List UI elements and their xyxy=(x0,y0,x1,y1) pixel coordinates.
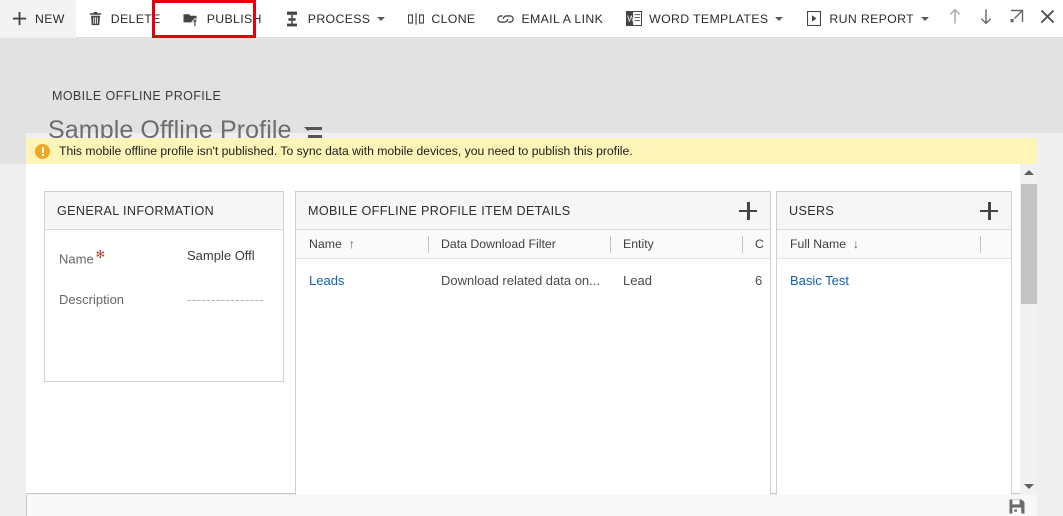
item-details-subgrid: MOBILE OFFLINE PROFILE ITEM DETAILS Name… xyxy=(295,191,771,501)
table-row[interactable]: Leads Download related data on... Lead 6 xyxy=(296,264,770,297)
item-details-title: MOBILE OFFLINE PROFILE ITEM DETAILS xyxy=(308,203,571,218)
field-description-value[interactable]: ---------------- xyxy=(187,292,265,307)
cell-entity: Lead xyxy=(623,273,652,288)
command-word-templates-label: WORD TEMPLATES xyxy=(649,11,769,26)
sort-descending-icon: ↓ xyxy=(853,237,860,251)
app-window: NEW DELETE PUBLISH PROCESS CLONE EMAIL A… xyxy=(0,0,1063,516)
command-new[interactable]: NEW xyxy=(0,0,76,38)
svg-text:W: W xyxy=(627,14,635,24)
column-header-full-name[interactable]: Full Name ↓ xyxy=(777,230,980,259)
record-header: MOBILE OFFLINE PROFILE Sample Offline Pr… xyxy=(0,38,1063,144)
chevron-down-icon xyxy=(377,16,386,21)
clone-icon xyxy=(407,10,424,27)
users-column-headers: Full Name ↓ xyxy=(777,230,1011,259)
save-icon xyxy=(1009,499,1025,516)
sort-ascending-icon: ↑ xyxy=(348,237,355,251)
menu-line xyxy=(307,127,322,130)
add-user-button[interactable] xyxy=(979,201,999,221)
command-delete[interactable]: DELETE xyxy=(76,0,172,38)
close-button[interactable] xyxy=(1032,0,1063,38)
command-clone-label: CLONE xyxy=(431,11,476,26)
command-email-a-link[interactable]: EMAIL A LINK xyxy=(486,0,614,38)
form-footer xyxy=(26,495,1037,516)
cell-created-on: 6 xyxy=(755,273,763,288)
command-publish-label: PUBLISH xyxy=(206,11,262,26)
vertical-scrollbar[interactable] xyxy=(1020,164,1037,495)
cell-data-download-filter: Download related data on... xyxy=(441,273,600,288)
chevron-down-icon xyxy=(920,16,929,21)
field-description: Description ---------------- xyxy=(45,292,283,307)
cell-full-name[interactable]: Basic Test xyxy=(777,273,980,288)
command-delete-label: DELETE xyxy=(110,11,161,26)
command-bar: NEW DELETE PUBLISH PROCESS CLONE EMAIL A… xyxy=(0,0,1063,38)
run-report-icon xyxy=(805,10,822,27)
chevron-down-icon xyxy=(775,16,784,21)
scroll-up-button[interactable] xyxy=(1020,164,1037,181)
users-title: USERS xyxy=(789,203,835,218)
left-gutter xyxy=(0,38,26,164)
column-header-entity[interactable]: Entity xyxy=(610,230,742,259)
general-information-section: GENERAL INFORMATION Name ✻ Sample Offl De… xyxy=(44,191,284,382)
save-button[interactable] xyxy=(1009,499,1025,514)
link-icon xyxy=(497,10,515,27)
command-process[interactable]: PROCESS xyxy=(273,0,397,38)
command-publish[interactable]: PUBLISH xyxy=(172,0,273,38)
field-description-label: Description xyxy=(59,292,125,308)
word-doc-icon: W xyxy=(625,10,642,27)
pop-out-icon xyxy=(1009,9,1024,29)
arrow-down-icon xyxy=(979,8,993,30)
field-name-value[interactable]: Sample Offl xyxy=(187,248,265,263)
item-details-header: MOBILE OFFLINE PROFILE ITEM DETAILS xyxy=(296,192,770,230)
command-word-templates[interactable]: W WORD TEMPLATES xyxy=(614,0,794,38)
general-information-title: GENERAL INFORMATION xyxy=(57,203,215,218)
breadcrumb: MOBILE OFFLINE PROFILE xyxy=(52,89,222,103)
command-process-label: PROCESS xyxy=(307,11,371,26)
required-marker: ✻ xyxy=(95,249,105,261)
previous-record-button[interactable] xyxy=(940,0,971,38)
trash-icon xyxy=(87,10,104,27)
column-header-created-on[interactable]: C xyxy=(742,230,770,259)
close-icon xyxy=(1040,9,1055,29)
command-new-label: NEW xyxy=(35,11,65,26)
column-header-name[interactable]: Name ↑ xyxy=(296,230,428,259)
general-information-header: GENERAL INFORMATION xyxy=(45,192,283,230)
command-run-report-label: RUN REPORT xyxy=(829,11,914,26)
scroll-down-button[interactable] xyxy=(1020,478,1037,495)
triangle-down-icon xyxy=(1023,484,1034,489)
cell-name[interactable]: Leads xyxy=(296,273,428,288)
triangle-up-icon xyxy=(1023,170,1034,175)
command-email-a-link-label: EMAIL A LINK xyxy=(521,11,604,26)
pop-out-button[interactable] xyxy=(1001,0,1032,38)
arrow-up-icon xyxy=(948,8,962,30)
plus-icon xyxy=(11,10,28,27)
form-canvas: GENERAL INFORMATION Name ✻ Sample Offl De… xyxy=(26,164,1037,501)
column-header-data-download-filter[interactable]: Data Download Filter xyxy=(428,230,610,259)
users-header: USERS xyxy=(777,192,1011,230)
command-clone[interactable]: CLONE xyxy=(396,0,486,38)
column-header-extra[interactable] xyxy=(980,230,1010,259)
field-name-label: Name ✻ xyxy=(59,249,105,267)
add-item-detail-button[interactable] xyxy=(738,201,758,221)
item-details-column-headers: Name ↑ Data Download Filter Entity C xyxy=(296,230,770,259)
command-run-report[interactable]: RUN REPORT xyxy=(794,0,940,38)
table-row[interactable]: Basic Test xyxy=(777,264,1011,297)
process-icon xyxy=(284,10,301,27)
notification-message: This mobile offline profile isn't publis… xyxy=(59,144,633,158)
scrollbar-thumb[interactable] xyxy=(1021,184,1037,304)
notification-bar: This mobile offline profile isn't publis… xyxy=(26,138,1037,164)
users-subgrid: USERS Full Name ↓ Basic Test xyxy=(776,191,1012,501)
field-name: Name ✻ Sample Offl xyxy=(45,248,283,266)
next-record-button[interactable] xyxy=(971,0,1002,38)
warning-icon xyxy=(35,143,50,159)
publish-icon xyxy=(183,10,200,27)
